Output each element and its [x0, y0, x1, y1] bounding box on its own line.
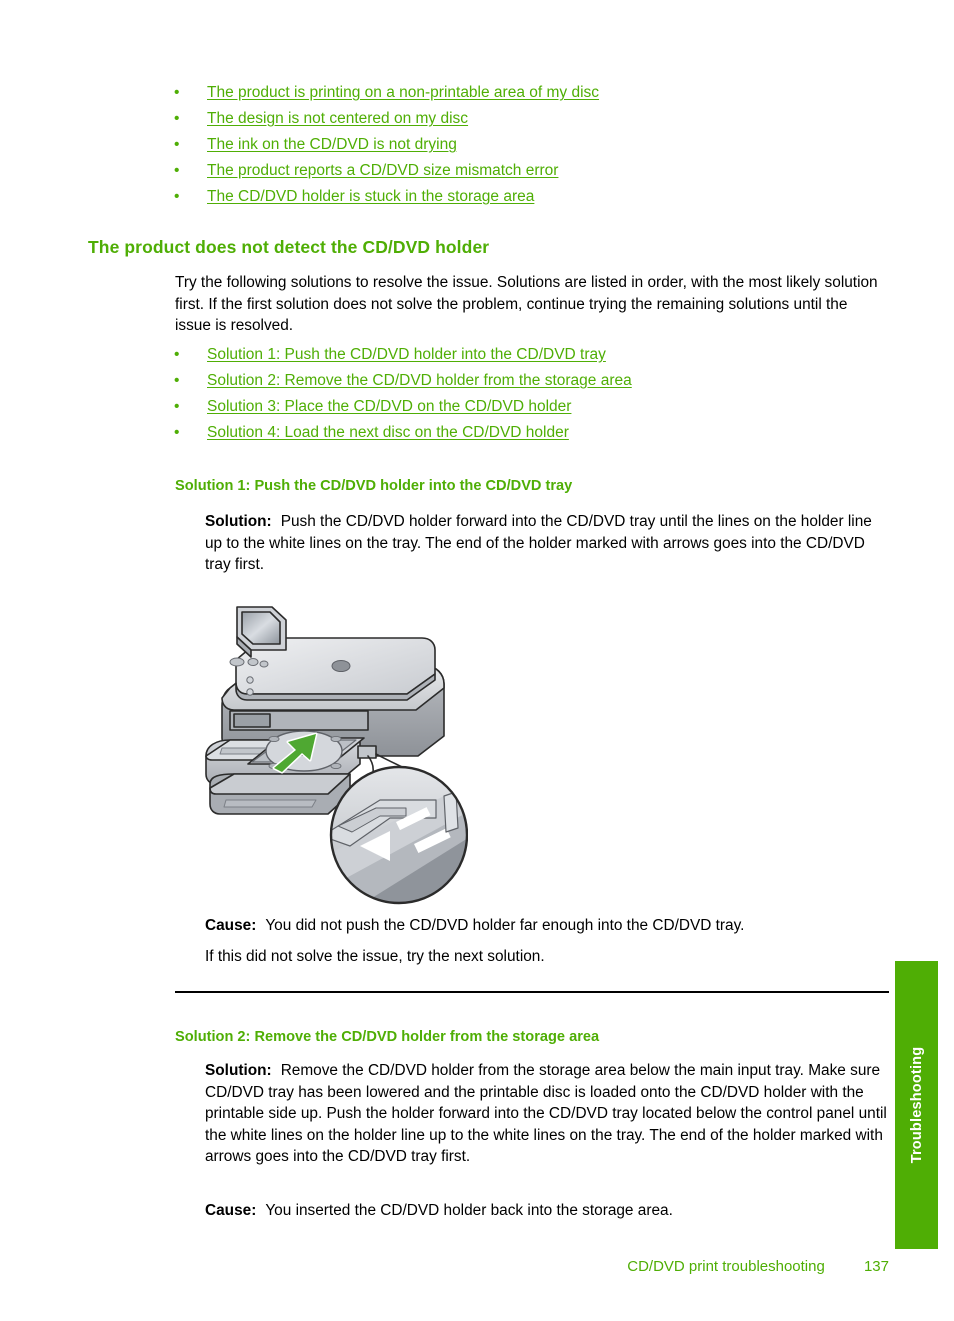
list-item[interactable]: • The product is printing on a non-print… [162, 83, 882, 102]
intro-paragraph-container: Try the following solutions to resolve t… [175, 272, 887, 337]
footer-page-number: 137 [863, 1258, 889, 1275]
solution-2-cause-text: You inserted the CD/DVD holder back into… [265, 1202, 673, 1219]
bullet-icon: • [174, 188, 180, 205]
side-tab-troubleshooting: Troubleshooting [895, 961, 938, 1249]
bullet-icon: • [174, 346, 180, 363]
solution-link-3[interactable]: Solution 3: Place the CD/DVD on the CD/D… [207, 398, 571, 415]
bullet-icon: • [174, 372, 180, 389]
solution-link-1[interactable]: Solution 1: Push the CD/DVD holder into … [207, 346, 606, 363]
solution-1-next-block: If this did not solve the issue, try the… [205, 946, 887, 968]
solution-1-cause-paragraph: Cause: You did not push the CD/DVD holder… [205, 915, 887, 937]
solution-1-next-text: If this did not solve the issue, try the… [205, 948, 545, 965]
bullet-icon: • [174, 110, 180, 127]
toc-link-4[interactable]: The product reports a CD/DVD size mismat… [207, 162, 558, 179]
page-title: The product does not detect the CD/DVD h… [88, 237, 490, 257]
solution-1-cause-block: Cause: You did not push the CD/DVD holder… [205, 915, 887, 937]
bullet-icon: • [174, 162, 180, 179]
solution-1-solution-paragraph: Solution: Push the CD/DVD holder forward … [205, 511, 887, 576]
printer-illustration [200, 588, 468, 906]
list-item[interactable]: • Solution 2: Remove the CD/DVD holder f… [162, 371, 882, 390]
solution-1-solution-block: Solution: Push the CD/DVD holder forward … [205, 511, 887, 576]
solution-label: Solution: [205, 1062, 272, 1079]
document-page: • The product is printing on a non-print… [0, 0, 954, 1321]
footer-section-title: CD/DVD print troubleshooting [627, 1258, 825, 1275]
toc-link-2[interactable]: The design is not centered on my disc [207, 110, 468, 127]
solution-1-heading: Solution 1: Push the CD/DVD holder into … [175, 478, 573, 494]
solution-link-4[interactable]: Solution 4: Load the next disc on the CD… [207, 424, 569, 441]
solution-1-solution-text: Push the CD/DVD holder forward into the … [205, 513, 872, 573]
bullet-icon: • [174, 398, 180, 415]
solution-2-solution-paragraph: Solution: Remove the CD/DVD holder from t… [205, 1060, 887, 1168]
solution-2-solution-text: Remove the CD/DVD holder from the storag… [205, 1062, 887, 1165]
solution-link-list: • Solution 1: Push the CD/DVD holder int… [162, 345, 882, 449]
list-item[interactable]: • Solution 4: Load the next disc on the … [162, 423, 882, 442]
intro-paragraph: Try the following solutions to resolve t… [175, 274, 878, 334]
toc-link-1[interactable]: The product is printing on a non-printab… [207, 84, 599, 101]
bullet-icon: • [174, 84, 180, 101]
bullet-icon: • [174, 424, 180, 441]
toc-link-3[interactable]: The ink on the CD/DVD is not drying [207, 136, 457, 153]
list-item[interactable]: • Solution 1: Push the CD/DVD holder int… [162, 345, 882, 364]
solution-1-cause-text: You did not push the CD/DVD holder far e… [265, 917, 745, 934]
solution-link-2[interactable]: Solution 2: Remove the CD/DVD holder fro… [207, 372, 632, 389]
list-item[interactable]: • Solution 3: Place the CD/DVD on the CD… [162, 397, 882, 416]
solution-2-solution-block: Solution: Remove the CD/DVD holder from t… [205, 1060, 887, 1168]
cause-label: Cause: [205, 917, 257, 934]
page-footer: CD/DVD print troubleshooting 137 [0, 1258, 889, 1275]
list-item[interactable]: • The CD/DVD holder is stuck in the stor… [162, 187, 882, 206]
solution-2-cause-block: Cause: You inserted the CD/DVD holder bac… [205, 1200, 887, 1222]
side-tab-label: Troubleshooting [908, 1046, 925, 1164]
bullet-icon: • [174, 136, 180, 153]
solution-2-heading: Solution 2: Remove the CD/DVD holder fro… [175, 1029, 600, 1045]
solution-label: Solution: [205, 513, 272, 530]
toc-link-list: • The product is printing on a non-print… [162, 83, 882, 213]
toc-link-5[interactable]: The CD/DVD holder is stuck in the storag… [207, 188, 534, 205]
cause-label: Cause: [205, 1202, 257, 1219]
solution-2-cause-paragraph: Cause: You inserted the CD/DVD holder bac… [205, 1200, 887, 1222]
list-item[interactable]: • The product reports a CD/DVD size mism… [162, 161, 882, 180]
list-item[interactable]: • The design is not centered on my disc [162, 109, 882, 128]
section-divider [175, 991, 889, 993]
list-item[interactable]: • The ink on the CD/DVD is not drying [162, 135, 882, 154]
